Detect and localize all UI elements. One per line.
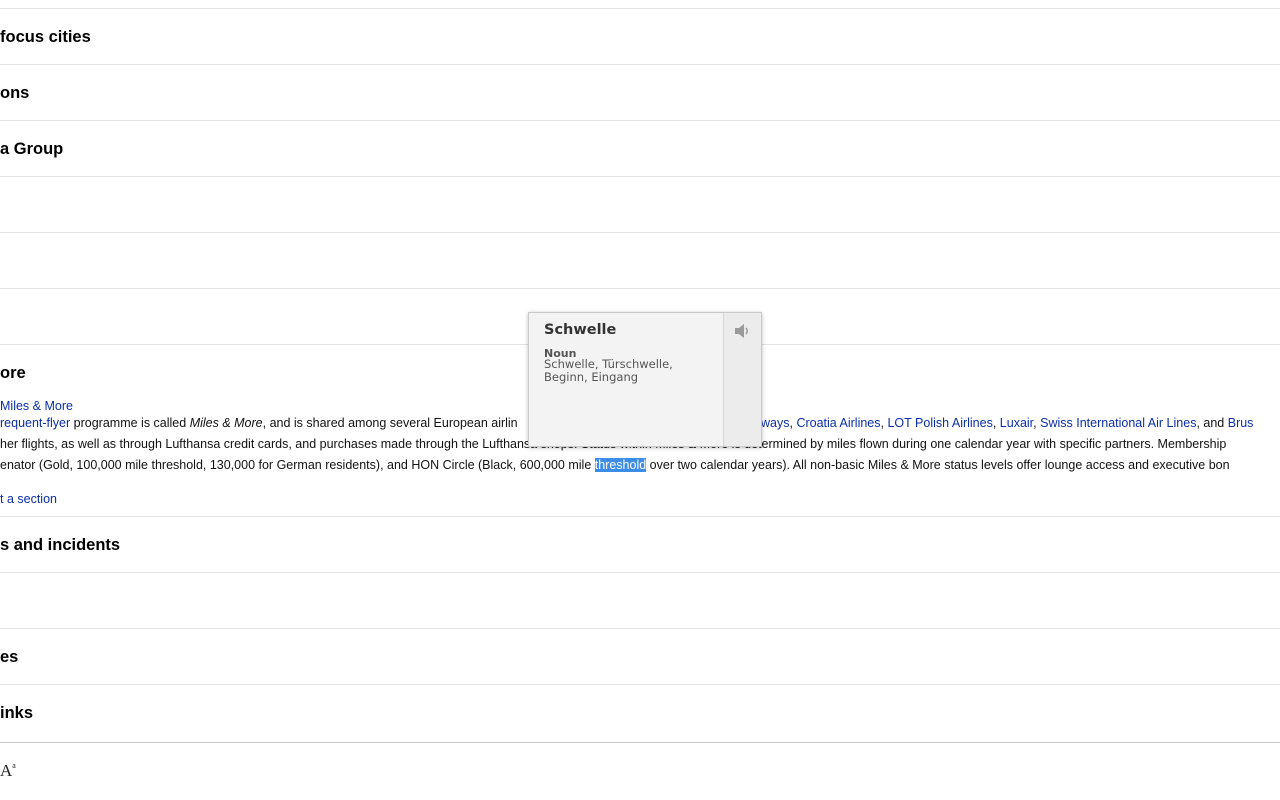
section-heading-collapsed[interactable] [0, 177, 1280, 233]
section-heading-focus-cities[interactable]: focus cities [0, 9, 1280, 65]
popup-headword: Schwelle [544, 322, 617, 338]
paragraph-text: , and [1196, 416, 1228, 430]
section-heading-accidents-and-incidents[interactable]: s and incidents [0, 517, 1280, 573]
section-heading-destinations[interactable]: ons [0, 65, 1280, 121]
luxair-link[interactable]: Luxair [1000, 416, 1033, 430]
airways-link[interactable]: ways [761, 416, 789, 430]
popup-sidebar [723, 313, 761, 446]
paragraph-text: programme is called [70, 416, 190, 430]
font-size-superscript: a [12, 761, 16, 770]
paragraph-line: requent-flyer programme is called Miles … [0, 415, 518, 431]
paragraph-text: , and is shared among several European a… [262, 416, 518, 430]
popup-definitions: Schwelle, Türschwelle, Beginn, Eingang [544, 357, 673, 384]
page: focus cities ons a Group ore Miles & Mor… [0, 0, 1280, 800]
section-title: es [0, 648, 19, 666]
paragraph-emphasis: Miles & More [189, 416, 263, 430]
section-title: ore [0, 364, 26, 382]
brussels-airlines-link[interactable]: Brus [1228, 416, 1254, 430]
section-heading-external-links[interactable]: inks [0, 685, 1280, 741]
section-heading-collapsed[interactable] [0, 233, 1280, 289]
dictionary-popup: Schwelle Noun Schwelle, Türschwelle, Beg… [528, 312, 762, 447]
font-size-icon[interactable]: Aa [0, 761, 16, 781]
swiss-international-air-lines-link[interactable]: Swiss International Air Lines [1040, 416, 1196, 430]
section-title: inks [0, 704, 34, 722]
bottom-toolbar: Aa [0, 742, 1280, 800]
section-heading-lufthansa-group[interactable]: a Group [0, 121, 1280, 177]
section-heading-collapsed[interactable] [0, 573, 1280, 629]
section-title: a Group [0, 140, 64, 158]
paragraph-text: , [992, 416, 1000, 430]
section-title: ons [0, 84, 30, 102]
article-content: focus cities ons a Group ore Miles & Mor… [0, 0, 1280, 742]
main-article-link[interactable]: Miles & More [0, 398, 73, 414]
croatia-airlines-link[interactable]: Croatia Airlines [796, 416, 880, 430]
paragraph-line: enator (Gold, 100,000 mile threshold, 13… [0, 457, 1230, 473]
font-size-letter: A [0, 761, 13, 780]
section-heading-references[interactable]: es [0, 629, 1280, 685]
selected-word[interactable]: threshold [594, 458, 647, 472]
lot-polish-airlines-link[interactable]: LOT Polish Airlines [887, 416, 992, 430]
paragraph-line-continued: ways, Croatia Airlines, LOT Polish Airli… [761, 415, 1253, 431]
paragraph-text: over two calendar years). All non-basic … [646, 458, 1230, 472]
paragraph-text: enator (Gold, 100,000 mile threshold, 13… [0, 458, 595, 472]
frequent-flyer-link[interactable]: requent-flyer [0, 416, 70, 430]
section-title: focus cities [0, 28, 91, 46]
popup-body: Schwelle Noun Schwelle, Türschwelle, Beg… [529, 313, 723, 446]
speaker-icon[interactable] [733, 322, 753, 340]
section-title: s and incidents [0, 536, 121, 554]
paragraph-text: is determined by miles flown during one … [728, 437, 1227, 451]
edit-section-link[interactable]: t a section [0, 491, 57, 507]
